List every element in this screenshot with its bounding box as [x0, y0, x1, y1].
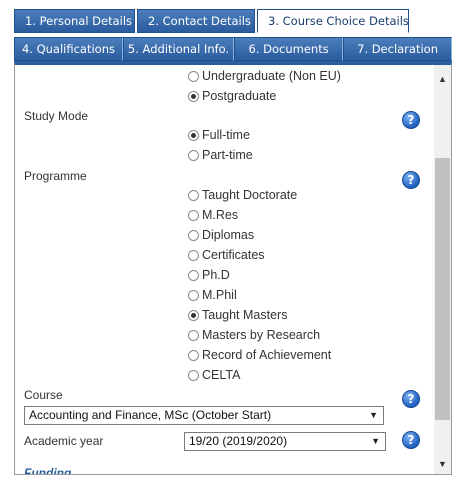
radio-masters-by-research[interactable]: Masters by Research [188, 327, 320, 343]
course-select[interactable]: Accounting and Finance, MSc (October Sta… [24, 406, 384, 425]
chevron-down-icon: ▼ [369, 410, 378, 420]
radio-full-time[interactable]: Full-time [188, 127, 250, 143]
radio-button [188, 90, 199, 102]
radio-button [188, 229, 199, 241]
tab-personal-details[interactable]: 1. Personal Details [14, 9, 135, 33]
radio-m-phil[interactable]: M.Phil [188, 287, 237, 303]
radio-diplomas[interactable]: Diplomas [188, 227, 254, 243]
programme-help-icon[interactable]: ? [402, 171, 420, 189]
study-mode-help-icon[interactable]: ? [402, 111, 420, 129]
programme-label: Programme [24, 169, 87, 183]
tab-documents[interactable]: 6. Documents [234, 37, 344, 61]
course-label: Course [24, 388, 63, 402]
radio-celta[interactable]: CELTA [188, 367, 240, 383]
radio-button [188, 209, 199, 221]
chevron-down-icon: ▼ [371, 436, 380, 446]
radio-button [188, 149, 199, 161]
tab-row-1: 1. Personal Details 2. Contact Details 3… [14, 9, 411, 33]
radio-part-time[interactable]: Part-time [188, 147, 253, 163]
radio-button [188, 289, 199, 301]
radio-m-res[interactable]: M.Res [188, 207, 238, 223]
funding-heading: Funding [24, 466, 72, 475]
radio-button [188, 70, 199, 82]
scroll-down-icon[interactable]: ▼ [434, 456, 451, 473]
course-select-value: Accounting and Finance, MSc (October Sta… [29, 408, 272, 422]
academic-year-help-icon[interactable]: ? [402, 431, 420, 449]
radio-button [188, 329, 199, 341]
radio-taught-masters[interactable]: Taught Masters [188, 307, 287, 323]
radio-button [188, 129, 199, 141]
scroll-up-icon[interactable]: ▲ [434, 71, 451, 88]
radio-certificates[interactable]: Certificates [188, 247, 265, 263]
tab-row-2: 4. Qualifications 5. Additional Info. 6.… [14, 37, 452, 61]
tab-course-choice-details[interactable]: 3. Course Choice Details [257, 9, 409, 33]
form-content: Undergraduate (Non EU) Postgraduate Stud… [15, 65, 433, 475]
study-mode-label: Study Mode [24, 109, 89, 123]
radio-postgraduate[interactable]: Postgraduate [188, 88, 276, 104]
radio-undergraduate-non-eu[interactable]: Undergraduate (Non EU) [188, 68, 341, 84]
course-help-icon[interactable]: ? [402, 390, 420, 408]
radio-button [188, 269, 199, 281]
tab-contact-details[interactable]: 2. Contact Details [137, 9, 255, 33]
radio-taught-doctorate[interactable]: Taught Doctorate [188, 187, 297, 203]
scrollbar-thumb[interactable] [435, 158, 450, 420]
academic-year-select-value: 19/20 (2019/2020) [189, 434, 288, 448]
radio-record-of-achievement[interactable]: Record of Achievement [188, 347, 331, 363]
tab-additional-info[interactable]: 5. Additional Info. [122, 37, 235, 61]
tab-qualifications[interactable]: 4. Qualifications [14, 37, 123, 61]
radio-button [188, 349, 199, 361]
tab-declaration[interactable]: 7. Declaration [343, 37, 452, 61]
academic-year-label: Academic year [24, 434, 104, 448]
radio-ph-d[interactable]: Ph.D [188, 267, 230, 283]
radio-button [188, 309, 199, 321]
vertical-scrollbar[interactable]: ▲ ▼ [434, 65, 451, 474]
radio-button [188, 249, 199, 261]
course-choice-panel: Undergraduate (Non EU) Postgraduate Stud… [14, 61, 452, 475]
radio-button [188, 189, 199, 201]
radio-button [188, 369, 199, 381]
academic-year-select[interactable]: 19/20 (2019/2020) ▼ [184, 432, 386, 451]
